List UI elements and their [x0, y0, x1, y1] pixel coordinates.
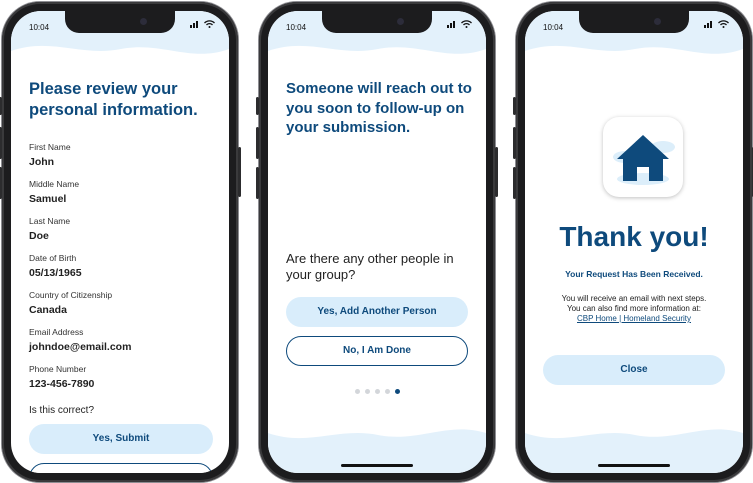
status-icons — [447, 20, 472, 30]
page-indicator — [268, 389, 486, 394]
status-icons — [704, 20, 729, 30]
page-dot — [374, 389, 380, 394]
signal-icon — [447, 20, 457, 30]
field-value: Samuel — [29, 193, 67, 205]
screen-follow-up: 10:04 Someone will reach out to you soon… — [268, 11, 486, 473]
done-button[interactable]: No, I Am Done — [286, 336, 468, 366]
field-value: johndoe@email.com — [29, 341, 132, 353]
field-label: Last Name — [29, 216, 71, 226]
info-line: You can also find more information at: — [566, 304, 701, 313]
field-label: Country of Citizenship — [29, 290, 113, 300]
thank-you-heading: Thank you! — [559, 221, 709, 252]
confirm-question: Is this correct? — [29, 405, 95, 416]
field-value: 05/13/1965 — [29, 267, 82, 279]
page-dot — [364, 389, 370, 394]
field-label: Date of Birth — [29, 253, 77, 263]
page-dot-active — [394, 389, 400, 394]
status-time: 10:04 — [286, 23, 307, 32]
page-dot — [354, 389, 360, 394]
signal-icon — [704, 20, 714, 30]
phone-follow-up: 10:04 Someone will reach out to you soon… — [256, 2, 498, 482]
status-icons — [190, 20, 215, 30]
group-question: Are there any other people in your group… — [286, 251, 454, 282]
field-value: 123-456-7890 — [29, 378, 95, 390]
app-icon — [603, 117, 683, 197]
field-date-of-birth: Date of Birth 05/13/1965 — [29, 253, 82, 279]
phone-review: 10:04 Please review your personal inform… — [0, 2, 241, 482]
secondary-button[interactable] — [29, 463, 213, 473]
wifi-icon — [461, 20, 472, 30]
field-middle-name: Middle Name Samuel — [29, 179, 79, 205]
screen-review: 10:04 Please review your personal inform… — [11, 11, 229, 473]
field-label: Email Address — [29, 327, 84, 337]
field-citizenship: Country of Citizenship Canada — [29, 290, 112, 316]
phone-thank-you: 10:04 Thank you! Your Request Has Been R… — [513, 2, 753, 482]
notch — [322, 11, 432, 33]
received-subheading: Your Request Has Been Received. — [565, 269, 703, 279]
field-first-name: First Name John — [29, 142, 71, 168]
status-time: 10:04 — [29, 23, 50, 32]
field-last-name: Last Name Doe — [29, 216, 70, 242]
screen-thank-you: 10:04 Thank you! Your Request Has Been R… — [525, 11, 743, 473]
notch — [579, 11, 689, 33]
next-steps-text: You will receive an email with next step… — [535, 294, 733, 324]
page-title: Someone will reach out to you soon to fo… — [286, 80, 472, 136]
close-button[interactable]: Close — [543, 355, 725, 385]
info-line: You will receive an email with next step… — [561, 294, 707, 303]
field-value: John — [29, 156, 55, 168]
field-label: Phone Number — [29, 364, 87, 374]
field-label: Middle Name — [29, 179, 80, 189]
notch — [65, 11, 175, 33]
field-email: Email Address johndoe@email.com — [29, 327, 131, 353]
status-time: 10:04 — [543, 23, 564, 32]
home-indicator[interactable] — [598, 464, 670, 467]
cbp-home-link[interactable]: CBP Home | Homeland Security — [577, 314, 691, 323]
page-dot — [384, 389, 390, 394]
house-icon — [613, 135, 675, 185]
field-value: Doe — [29, 230, 49, 242]
field-phone: Phone Number 123-456-7890 — [29, 364, 94, 390]
wifi-icon — [204, 20, 215, 30]
wifi-icon — [718, 20, 729, 30]
signal-icon — [190, 20, 200, 30]
home-indicator[interactable] — [341, 464, 413, 467]
page-title: Please review your personal information. — [29, 80, 198, 119]
field-label: First Name — [29, 142, 71, 152]
field-value: Canada — [29, 304, 67, 316]
submit-button[interactable]: Yes, Submit — [29, 424, 213, 454]
add-person-button[interactable]: Yes, Add Another Person — [286, 297, 468, 327]
